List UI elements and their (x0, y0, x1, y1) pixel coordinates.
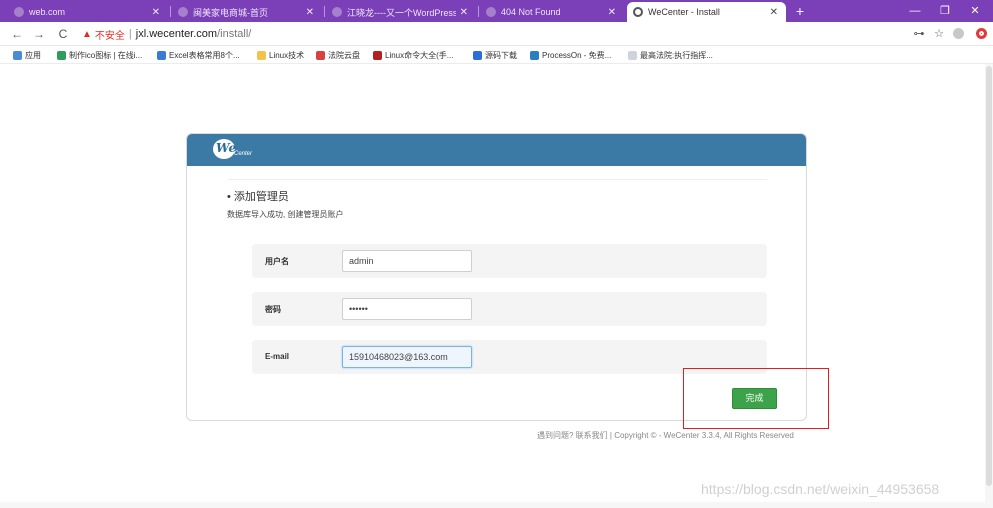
opera-menu-icon[interactable] (976, 28, 987, 39)
bookmark-label: 法院云盘 (328, 50, 360, 60)
email-input[interactable]: 15910468023@163.com (342, 346, 472, 368)
tab-label: 闽美家电商城-首页 (193, 7, 268, 18)
close-icon[interactable]: ✕ (770, 7, 778, 18)
bookmark-icon (473, 50, 482, 60)
close-icon[interactable]: ✕ (460, 7, 468, 18)
bookmark-supreme-court[interactable]: 最高法院:执行指挥... (628, 49, 713, 61)
folder-icon (257, 50, 266, 60)
star-icon[interactable]: ☆ (932, 26, 946, 42)
minimize-button[interactable]: — (905, 2, 925, 20)
wecenter-logo: We Center (213, 139, 253, 161)
bookmark-apps[interactable]: 应用 (13, 49, 41, 61)
tab-divider (324, 6, 325, 17)
annotation-box (683, 368, 829, 429)
forward-button[interactable]: → (32, 26, 46, 42)
bookmark-linux-commands[interactable]: Linux命令大全(手... (373, 49, 453, 61)
tab-web-com[interactable]: web.com ✕ (8, 2, 168, 22)
tab-label: 江晓龙----又一个WordPress (347, 7, 456, 18)
tab-404[interactable]: 404 Not Found ✕ (480, 2, 624, 22)
tab-strip: web.com ✕ 闽美家电商城-首页 ✕ 江晓龙----又一个WordPres… (0, 0, 993, 22)
address-bar: ← → C ▲ 不安全 | jxl.wecenter.com /install/… (0, 22, 993, 46)
warning-icon[interactable]: ▲ (82, 29, 92, 40)
bookmark-label: 最高法院:执行指挥... (640, 50, 713, 60)
tab-divider (170, 6, 171, 17)
globe-icon (178, 7, 188, 17)
divider (227, 179, 767, 180)
horizontal-scrollbar[interactable] (0, 502, 985, 508)
username-input[interactable]: admin (342, 250, 472, 272)
bookmark-processon[interactable]: ProcessOn - 免费... (530, 49, 611, 61)
close-icon[interactable]: ✕ (152, 7, 160, 18)
bookmarks-bar: 应用 制作ico图标 | 在线i... Excel表格常用8个... Linux… (0, 46, 993, 64)
bookmark-source-download[interactable]: 源码下载 (473, 49, 517, 61)
username-label: 用户名 (265, 257, 289, 266)
bookmark-label: 制作ico图标 | 在线i... (69, 50, 143, 60)
maximize-button[interactable]: ❐ (935, 2, 955, 20)
apps-grid-icon (13, 50, 22, 60)
password-row: 密码 •••••• (252, 292, 767, 326)
avatar[interactable] (953, 28, 964, 39)
security-status[interactable]: 不安全 (95, 27, 125, 42)
tab-label: WeCenter - Install (648, 7, 720, 17)
bookmark-icon (157, 50, 166, 60)
bookmark-icon (57, 50, 66, 60)
close-icon[interactable]: ✕ (608, 7, 616, 18)
tab-wecenter-install[interactable]: WeCenter - Install ✕ (627, 2, 786, 22)
panel-header: We Center (187, 134, 806, 166)
bookmark-icon (628, 50, 637, 60)
tab-divider (478, 6, 479, 17)
new-tab-button[interactable]: + (792, 2, 808, 20)
section-title: • 添加管理员 (227, 191, 289, 203)
globe-icon (14, 7, 24, 17)
tab-label: 404 Not Found (501, 7, 561, 17)
bookmark-ico-maker[interactable]: 制作ico图标 | 在线i... (57, 49, 142, 61)
password-label: 密码 (265, 305, 281, 314)
bookmark-label: Linux技术 (269, 50, 305, 60)
logo-center: Center (234, 151, 253, 157)
globe-icon (332, 7, 342, 17)
password-input[interactable]: •••••• (342, 298, 472, 320)
bookmark-linux-tech[interactable]: Linux技术 (257, 49, 304, 61)
key-icon[interactable]: ⊶ (912, 26, 926, 42)
footer-copyright: 遇到问题? 联系我们 | Copyright © - WeCenter 3.3.… (537, 431, 794, 440)
globe-icon (486, 7, 496, 17)
close-icon[interactable]: ✕ (306, 7, 314, 18)
watermark: https://blog.csdn.net/weixin_44953658 (701, 481, 940, 497)
window-close-button[interactable]: ✕ (965, 2, 985, 20)
redhat-icon (373, 50, 382, 60)
username-row: 用户名 admin (252, 244, 767, 278)
reload-button[interactable]: C (56, 26, 70, 42)
bookmark-label: Excel表格常用8个... (169, 50, 240, 60)
bookmark-label: ProcessOn - 免费... (542, 50, 612, 60)
section-subtitle: 数据库导入成功, 创建管理员账户 (227, 210, 344, 219)
email-label: E-mail (265, 352, 290, 361)
tab-label: web.com (29, 7, 66, 17)
globe-icon (633, 7, 643, 17)
tab-mall[interactable]: 闽美家电商城-首页 ✕ (172, 2, 322, 22)
scrollbar-thumb[interactable] (986, 66, 992, 486)
url-path: /install/ (217, 28, 252, 40)
url-host: jxl.wecenter.com (135, 28, 218, 40)
url-field[interactable]: ▲ 不安全 | jxl.wecenter.com /install/ (82, 25, 902, 43)
tab-wordpress[interactable]: 江晓龙----又一个WordPress ✕ (326, 2, 476, 22)
back-button[interactable]: ← (10, 26, 24, 42)
bookmark-label: Linux命令大全(手... (385, 50, 454, 60)
bookmark-icon (316, 50, 325, 60)
bookmark-excel[interactable]: Excel表格常用8个... (157, 49, 240, 61)
processon-icon (530, 50, 539, 60)
bookmark-label: 源码下载 (485, 50, 517, 60)
url-separator: | (128, 28, 132, 40)
bookmark-court-cloud[interactable]: 法院云盘 (316, 49, 360, 61)
bookmark-label: 应用 (25, 50, 41, 60)
